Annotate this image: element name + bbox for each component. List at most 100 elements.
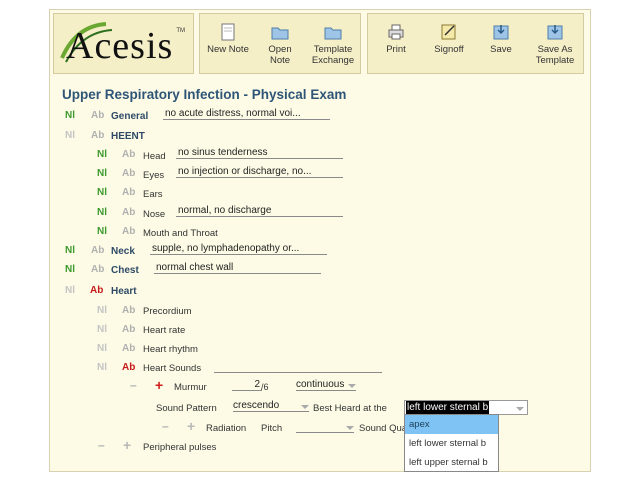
chevron-down-icon [516,407,524,411]
open-folder-icon [271,27,289,40]
pitch-label: Pitch [261,423,283,434]
ears-ab-toggle[interactable]: Ab [122,187,135,198]
neck-label: Neck [111,246,135,257]
dropdown-option[interactable]: apex [405,415,498,434]
sound-quality-label: Sound Qua [359,423,408,434]
printer-icon [388,24,404,40]
signoff-label: Signoff [434,44,464,55]
general-value[interactable]: no acute distress, normal voi... [163,108,330,120]
new-note-label: New Note [207,44,249,55]
head-nl-toggle[interactable]: Nl [97,149,107,160]
new-note-icon [221,23,235,41]
murmur-grade-suffix: /6 [261,382,269,392]
heart-sounds-value[interactable] [214,360,382,373]
chest-value[interactable]: normal chest wall [154,262,321,274]
radiation-label: Radiation [206,423,247,434]
new-note-button[interactable]: New Note [202,14,254,73]
heent-nl-toggle[interactable]: Nl [65,130,75,141]
murmur-type-value: continuous [296,379,345,390]
murmur-grade-input[interactable]: 2 [232,379,262,391]
chevron-down-icon [301,405,309,409]
sound-pattern-label: Sound Pattern [156,403,217,414]
ears-nl-toggle[interactable]: Nl [97,187,107,198]
best-heard-value: left lower sternal b [406,401,490,414]
nose-ab-toggle[interactable]: Ab [122,207,135,218]
head-label: Head [143,151,166,162]
signoff-button[interactable]: Signoff [424,14,474,73]
pitch-select[interactable] [296,420,354,433]
heart-sounds-nl-toggle[interactable]: Nl [97,362,107,373]
heart-nl-toggle[interactable]: Nl [65,285,75,296]
radiation-remove-icon[interactable]: – [162,419,169,433]
heart-rate-label: Heart rate [143,325,186,336]
eyes-ab-toggle[interactable]: Ab [122,168,135,179]
sound-pattern-value: crescendo [233,400,280,411]
chest-nl-toggle[interactable]: Nl [65,264,75,275]
murmur-type-select[interactable]: continuous [296,379,356,391]
heart-ab-toggle[interactable]: Ab [90,285,103,296]
open-note-label: Open Note [268,44,292,66]
page-title: Upper Respiratory Infection - Physical E… [62,87,347,102]
logo-trademark: TM [176,28,185,34]
chest-ab-toggle[interactable]: Ab [91,264,104,275]
template-exchange-button[interactable]: Template Exchange [306,14,360,73]
best-heard-dropdown: apex left lower sternal b left upper ste… [404,414,499,472]
mouth-label: Mouth and Throat [143,228,218,239]
precordium-ab-toggle[interactable]: Ab [122,305,135,316]
logo-text: Acesis [66,25,174,67]
heart-rate-ab-toggle[interactable]: Ab [122,324,135,335]
murmur-add-icon[interactable]: + [155,377,163,393]
ears-label: Ears [143,189,163,200]
heart-rhythm-label: Heart rhythm [143,344,198,355]
peripheral-pulses-remove-icon[interactable]: – [98,438,105,452]
peripheral-pulses-label: Peripheral pulses [143,442,217,453]
heent-ab-toggle[interactable]: Ab [91,130,104,141]
toolbar-note-group: New Note Open Note Template Exchange [199,13,361,74]
precordium-nl-toggle[interactable]: Nl [97,305,107,316]
save-as-template-label: Save As Template [535,44,575,66]
eyes-label: Eyes [143,170,165,181]
nose-nl-toggle[interactable]: Nl [97,207,107,218]
nose-value[interactable]: normal, no discharge [176,205,343,217]
mouth-nl-toggle[interactable]: Nl [97,226,107,237]
general-label: General [111,111,149,122]
murmur-label: Murmur [174,382,207,393]
radiation-add-icon[interactable]: + [187,418,195,434]
neck-nl-toggle[interactable]: Nl [65,245,75,256]
murmur-remove-icon[interactable]: – [130,378,137,392]
template-exchange-label: Template Exchange [311,44,355,66]
peripheral-pulses-add-icon[interactable]: + [123,437,131,453]
heent-label: HEENT [111,131,145,142]
signoff-icon [441,24,456,40]
print-button[interactable]: Print [372,14,420,73]
precordium-label: Precordium [143,306,192,317]
mouth-ab-toggle[interactable]: Ab [122,226,135,237]
general-ab-toggle[interactable]: Ab [91,110,104,121]
template-exchange-icon [324,27,342,40]
best-heard-label: Best Heard at the [313,403,387,414]
heart-rhythm-nl-toggle[interactable]: Nl [97,343,107,354]
acesis-logo: Acesis TM [53,13,194,74]
head-ab-toggle[interactable]: Ab [122,149,135,160]
heart-sounds-label: Heart Sounds [143,363,202,374]
eyes-value[interactable]: no injection or discharge, no... [176,166,343,178]
dropdown-option[interactable]: left lower sternal b [405,434,498,453]
head-value[interactable]: no sinus tenderness [176,147,343,159]
sound-pattern-select[interactable]: crescendo [233,400,309,412]
heart-sounds-ab-toggle[interactable]: Ab [122,362,135,373]
open-note-button[interactable]: Open Note [256,14,304,73]
save-as-template-button[interactable]: Save As Template [528,14,582,73]
print-label: Print [386,44,406,55]
heart-rhythm-ab-toggle[interactable]: Ab [122,343,135,354]
chest-label: Chest [111,265,139,276]
neck-value[interactable]: supple, no lymphadenopathy or... [150,243,327,255]
best-heard-select[interactable]: left lower sternal b [404,400,528,415]
save-as-template-icon [547,25,563,40]
save-button[interactable]: Save [478,14,524,73]
heart-rate-nl-toggle[interactable]: Nl [97,324,107,335]
general-nl-toggle[interactable]: Nl [65,110,75,121]
neck-ab-toggle[interactable]: Ab [91,245,104,256]
dropdown-option[interactable]: left upper sternal b [405,453,498,472]
eyes-nl-toggle[interactable]: Nl [97,168,107,179]
save-icon [493,25,509,40]
